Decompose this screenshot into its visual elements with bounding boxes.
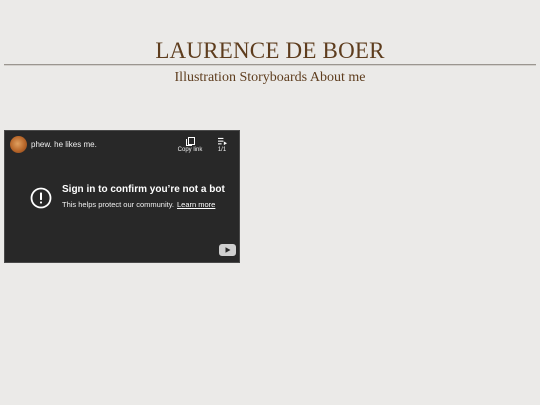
copy-icon: [185, 137, 195, 146]
nav-item-illustration[interactable]: Illustration: [175, 70, 236, 85]
youtube-logo-icon[interactable]: [219, 244, 236, 256]
channel-avatar[interactable]: [10, 136, 27, 153]
page: LAURENCE DE BOER Illustration Storyboard…: [0, 0, 540, 405]
video-embed[interactable]: phew. he likes me. Copy link 1/1 Sign in…: [4, 130, 240, 263]
main-nav: Illustration Storyboards About me: [0, 70, 540, 86]
copy-link-button[interactable]: Copy link: [175, 136, 205, 158]
learn-more-link[interactable]: Learn more: [177, 200, 215, 209]
exclamation-circle-icon: [30, 187, 52, 209]
sign-in-message-body: This helps protect our community. Learn m…: [62, 200, 215, 209]
nav-item-storyboards[interactable]: Storyboards: [239, 70, 307, 85]
header-divider: [4, 64, 536, 66]
playlist-icon: [217, 137, 227, 146]
video-title[interactable]: phew. he likes me.: [31, 140, 97, 149]
playlist-button[interactable]: 1/1: [211, 136, 233, 158]
sign-in-message-title: Sign in to confirm you’re not a bot: [62, 184, 225, 195]
sign-in-message-text: This helps protect our community.: [62, 200, 174, 209]
site-title[interactable]: LAURENCE DE BOER: [0, 38, 540, 64]
nav-item-about-me[interactable]: About me: [310, 70, 366, 85]
playlist-count: 1/1: [217, 147, 227, 153]
copy-link-label: Copy link: [177, 147, 203, 153]
